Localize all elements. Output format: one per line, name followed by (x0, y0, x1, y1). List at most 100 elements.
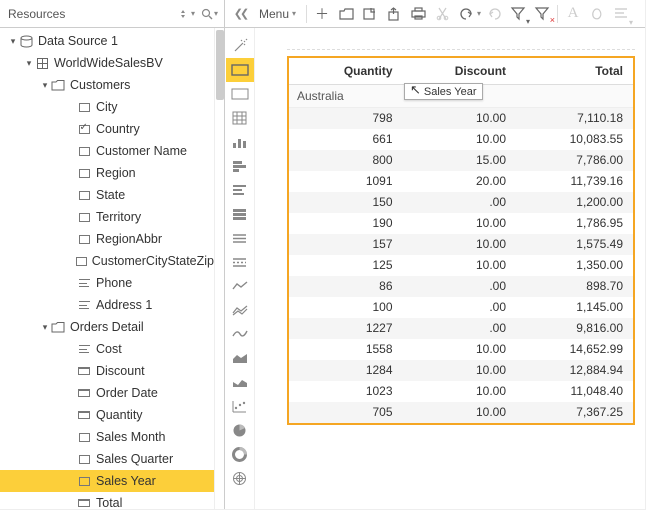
rect-icon[interactable] (226, 58, 254, 82)
donut-icon[interactable] (226, 442, 254, 466)
tree-node[interactable]: Address 1 (0, 294, 214, 316)
tree-node[interactable]: City (0, 96, 214, 118)
tree-node[interactable]: Region (0, 162, 214, 184)
node-icon (50, 320, 66, 334)
node-label: Sales Quarter (96, 452, 173, 466)
table-row[interactable]: 15710.001,575.49 (289, 234, 633, 255)
undo-icon[interactable] (455, 3, 477, 25)
tree-node[interactable]: Discount (0, 360, 214, 382)
multiline-icon[interactable] (226, 298, 254, 322)
node-label: Region (96, 166, 136, 180)
undo-menu-icon[interactable]: ▾ (477, 9, 481, 18)
node-label: Customers (70, 78, 130, 92)
node-label: Phone (96, 276, 132, 290)
tree-node[interactable]: ▾WorldWideSalesBV (0, 52, 214, 74)
tree-scrollbar[interactable] (214, 28, 224, 509)
cell: 10.00 (403, 339, 517, 360)
spline-icon[interactable] (226, 322, 254, 346)
column-header[interactable]: Quantity (289, 58, 403, 85)
tree-node[interactable]: Sales Month (0, 426, 214, 448)
sort-dir-icon[interactable]: ▾ (191, 9, 195, 18)
collapse-arrow-icon[interactable]: ▾ (8, 36, 18, 47)
tree-node[interactable]: Cost (0, 338, 214, 360)
node-label: Sales Month (96, 430, 165, 444)
table-row[interactable]: 128410.0012,884.94 (289, 360, 633, 381)
tree-node[interactable]: Order Date (0, 382, 214, 404)
table-row[interactable]: 70510.007,367.25 (289, 402, 633, 423)
area-chart-icon[interactable] (226, 346, 254, 370)
collapse-icon[interactable]: ❮❮ (229, 3, 251, 25)
tree-node[interactable]: Total (0, 492, 214, 509)
tree-node[interactable]: ▾Orders Detail (0, 316, 214, 338)
table-row[interactable]: 1227.009,816.00 (289, 318, 633, 339)
cell: 1,575.49 (516, 234, 633, 255)
grid-icon[interactable] (226, 106, 254, 130)
tree-node[interactable]: Sales Year (0, 470, 214, 492)
table-row[interactable]: 150.001,200.00 (289, 192, 633, 213)
resources-tree[interactable]: ▾Data Source 1▾WorldWideSalesBV▾Customer… (0, 28, 214, 509)
sort-icon[interactable] (180, 9, 190, 19)
tree-node[interactable]: Customer Name (0, 140, 214, 162)
scatter-icon[interactable] (226, 394, 254, 418)
tree-node[interactable]: RegionAbbr (0, 228, 214, 250)
cell: 1,200.00 (516, 192, 633, 213)
open-icon[interactable] (335, 3, 357, 25)
table-row[interactable]: 109120.0011,739.16 (289, 171, 633, 192)
table-row[interactable]: 19010.001,786.95 (289, 213, 633, 234)
node-icon (34, 56, 50, 70)
export-icon[interactable] (383, 3, 405, 25)
tree-node[interactable]: ▾ Customers (0, 74, 214, 96)
pie-icon[interactable] (226, 418, 254, 442)
node-label: Country (96, 122, 140, 136)
tree-node[interactable]: Phone (0, 272, 214, 294)
table-row[interactable]: 100.001,145.00 (289, 297, 633, 318)
table-row[interactable]: 66110.0010,083.55 (289, 129, 633, 150)
column-header[interactable]: Total (516, 58, 633, 85)
table-row[interactable]: 155810.0014,652.99 (289, 339, 633, 360)
column-chart-icon[interactable] (226, 130, 254, 154)
tree-node[interactable]: Territory (0, 206, 214, 228)
table-row[interactable]: 86.00898.70 (289, 276, 633, 297)
tree-node[interactable]: Quantity (0, 404, 214, 426)
collapse-arrow-icon[interactable]: ▾ (24, 58, 34, 69)
report-table[interactable]: QuantityDiscountTotal Australia ↖ Sales … (287, 56, 635, 425)
search-icon[interactable] (201, 8, 213, 20)
collapse-arrow-icon[interactable]: ▾ (40, 322, 50, 333)
node-icon (76, 188, 92, 202)
align-icon: ▾ (610, 3, 632, 25)
cell: .00 (403, 276, 517, 297)
tree-node[interactable]: CustomerCityStateZip (0, 250, 214, 272)
cell: 10.00 (403, 213, 517, 234)
tree-node[interactable]: ▾Data Source 1 (0, 30, 214, 52)
table-row[interactable]: 102310.0011,048.40 (289, 381, 633, 402)
filter-clear-icon[interactable]: × (531, 3, 553, 25)
search-dir-icon[interactable]: ▾ (214, 9, 218, 18)
filter-icon[interactable]: ▾ (507, 3, 529, 25)
table-row[interactable]: 80015.007,786.00 (289, 150, 633, 171)
column-header[interactable]: Discount (403, 58, 517, 85)
area2-chart-icon[interactable] (226, 370, 254, 394)
node-icon (76, 276, 92, 290)
print-icon[interactable] (407, 3, 429, 25)
line-chart-icon[interactable] (226, 274, 254, 298)
add-icon[interactable]: ＋ (311, 3, 333, 25)
table-row[interactable]: 79810.007,110.18 (289, 108, 633, 129)
tree-node[interactable]: Sales Quarter (0, 448, 214, 470)
cell: 10.00 (403, 255, 517, 276)
table-row[interactable]: 12510.001,350.00 (289, 255, 633, 276)
tree-node[interactable]: Country (0, 118, 214, 140)
hbar-chart-icon[interactable] (226, 178, 254, 202)
wand-icon[interactable] (226, 34, 254, 58)
cell: 1558 (289, 339, 403, 360)
canvas[interactable]: QuantityDiscountTotal Australia ↖ Sales … (255, 28, 645, 509)
stack-bar-icon[interactable] (226, 202, 254, 226)
tree-node[interactable]: State (0, 184, 214, 206)
lines-icon[interactable] (226, 226, 254, 250)
save-icon[interactable] (359, 3, 381, 25)
collapse-arrow-icon[interactable]: ▾ (40, 80, 50, 91)
dash-lines-icon[interactable] (226, 250, 254, 274)
rect-outline-icon[interactable] (226, 82, 254, 106)
bar-chart-icon[interactable] (226, 154, 254, 178)
sunburst-icon[interactable] (226, 466, 254, 490)
menu-button[interactable]: Menu ▾ (253, 3, 302, 25)
